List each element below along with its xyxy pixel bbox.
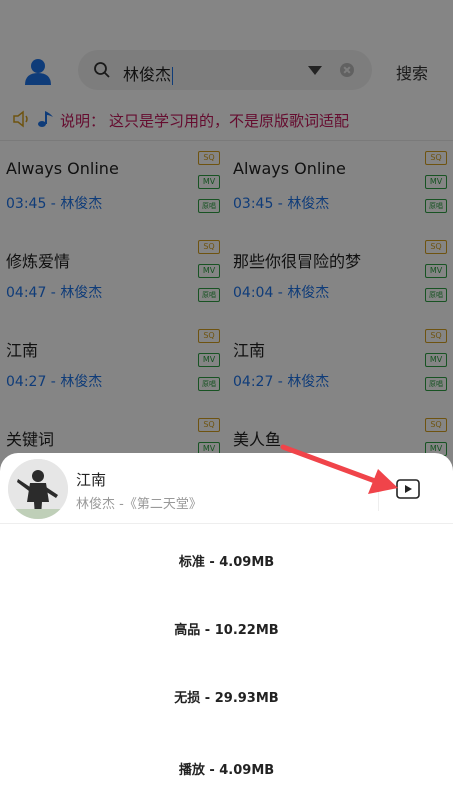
quality-option-lossless[interactable]: 无损 - 29.93MB <box>0 687 453 706</box>
divider <box>378 473 379 511</box>
play-option[interactable]: 播放 - 4.09MB <box>0 759 453 778</box>
quality-bottom-sheet: 江南 林俊杰 -《第二天堂》 标准 - 4.09MB 高品 - 10.22MB … <box>0 453 453 805</box>
quality-option-standard[interactable]: 标准 - 4.09MB <box>0 551 453 570</box>
sheet-song-subtitle: 林俊杰 -《第二天堂》 <box>76 497 202 512</box>
quality-option-high[interactable]: 高品 - 10.22MB <box>0 619 453 638</box>
play-video-icon[interactable] <box>396 479 420 499</box>
divider <box>0 523 453 524</box>
sheet-song-title: 江南 <box>76 471 107 489</box>
album-cover-image <box>8 459 68 519</box>
album-cover <box>8 459 68 519</box>
